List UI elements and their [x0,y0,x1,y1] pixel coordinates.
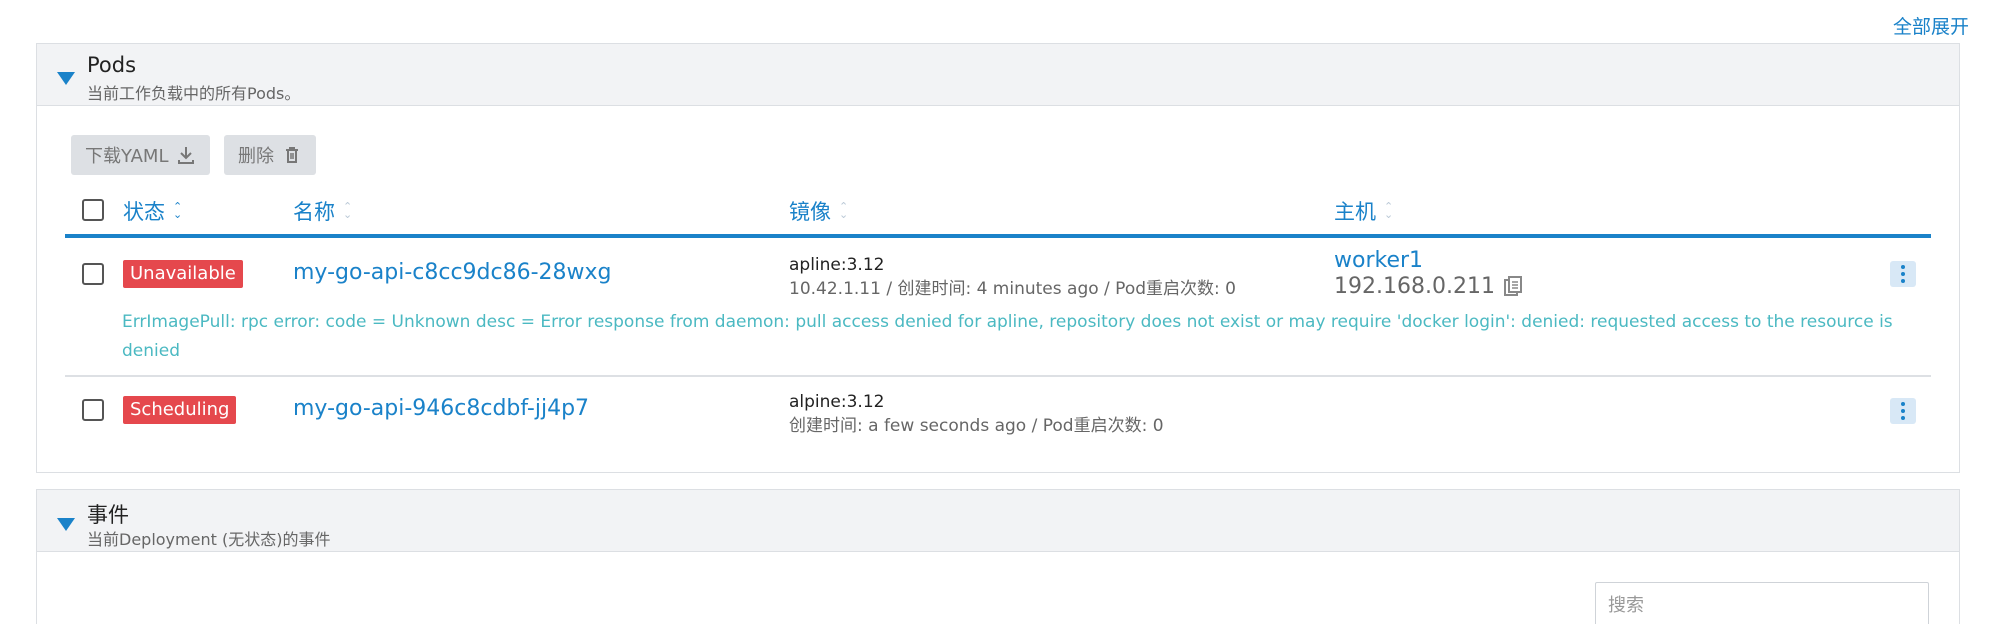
pod-meta: 创建时间: a few seconds ago / Pod重启次数: 0 [789,416,1164,436]
events-panel: 事件 当前Deployment (无状态)的事件 [36,489,1960,624]
host-ip-text: 192.168.0.211 [1334,274,1495,299]
events-panel-title: 事件 [87,503,129,527]
pods-panel-subtitle: 当前工作负载中的所有Pods。 [87,84,301,103]
copy-icon[interactable] [1503,275,1523,298]
pods-panel: Pods 当前工作负载中的所有Pods。 下载YAML 删除 状态 ⌃ ⌄ 名称 … [36,43,1960,473]
sort-icon: ⌃ ⌄ [1384,200,1394,221]
host-link[interactable]: worker1 [1334,248,1423,273]
column-header-name[interactable]: 名称 ⌃ ⌄ [293,196,352,226]
events-panel-header: 事件 当前Deployment (无状态)的事件 [37,490,1959,552]
expand-all-link[interactable]: 全部展开 [1893,12,1969,39]
table-header-divider [65,234,1931,238]
sort-asc-icon: ⌃ ⌄ [173,200,183,221]
collapse-caret-icon[interactable] [57,72,75,85]
row-checkbox[interactable] [82,263,104,285]
column-header-host[interactable]: 主机 ⌃ ⌄ [1334,196,1393,226]
column-name-label: 名称 [293,200,335,224]
sort-icon: ⌃ ⌄ [343,200,353,221]
download-yaml-button[interactable]: 下载YAML [71,135,211,175]
column-image-label: 镜像 [789,200,831,224]
column-host-label: 主机 [1334,200,1376,224]
row-actions-menu-icon[interactable] [1890,261,1916,287]
row-actions-menu-icon[interactable] [1890,398,1916,424]
pod-error-message: ErrImagePull: rpc error: code = Unknown … [122,312,1893,361]
pod-meta: 10.42.1.11 / 创建时间: 4 minutes ago / Pod重启… [789,279,1236,299]
pod-name-link[interactable]: my-go-api-946c8cdbf-jj4p7 [293,396,589,421]
delete-button[interactable]: 删除 [224,135,316,175]
pod-image: apline:3.12 [789,255,885,275]
delete-label: 删除 [238,146,274,167]
row-divider [65,375,1931,377]
pod-image: alpine:3.12 [789,392,885,412]
status-badge: Unavailable [123,260,243,288]
column-header-image[interactable]: 镜像 ⌃ ⌄ [789,196,848,226]
pods-panel-header: Pods 当前工作负载中的所有Pods。 [37,44,1959,106]
sort-icon: ⌃ ⌄ [839,200,849,221]
row-checkbox[interactable] [82,399,104,421]
host-ip: 192.168.0.211 [1334,274,1523,299]
pod-name-link[interactable]: my-go-api-c8cc9dc86-28wxg [293,260,612,285]
trash-icon [286,147,298,163]
collapse-caret-icon[interactable] [57,518,75,531]
download-icon [178,147,195,164]
column-status-label: 状态 [123,200,165,224]
status-badge: Scheduling [123,396,237,424]
events-panel-subtitle: 当前Deployment (无状态)的事件 [87,530,331,549]
download-yaml-label: 下载YAML [85,146,169,167]
column-header-status[interactable]: 状态 ⌃ ⌄ [123,196,182,226]
pods-panel-title: Pods [87,53,137,77]
events-search-input[interactable] [1595,582,1929,624]
select-all-checkbox[interactable] [82,199,104,221]
